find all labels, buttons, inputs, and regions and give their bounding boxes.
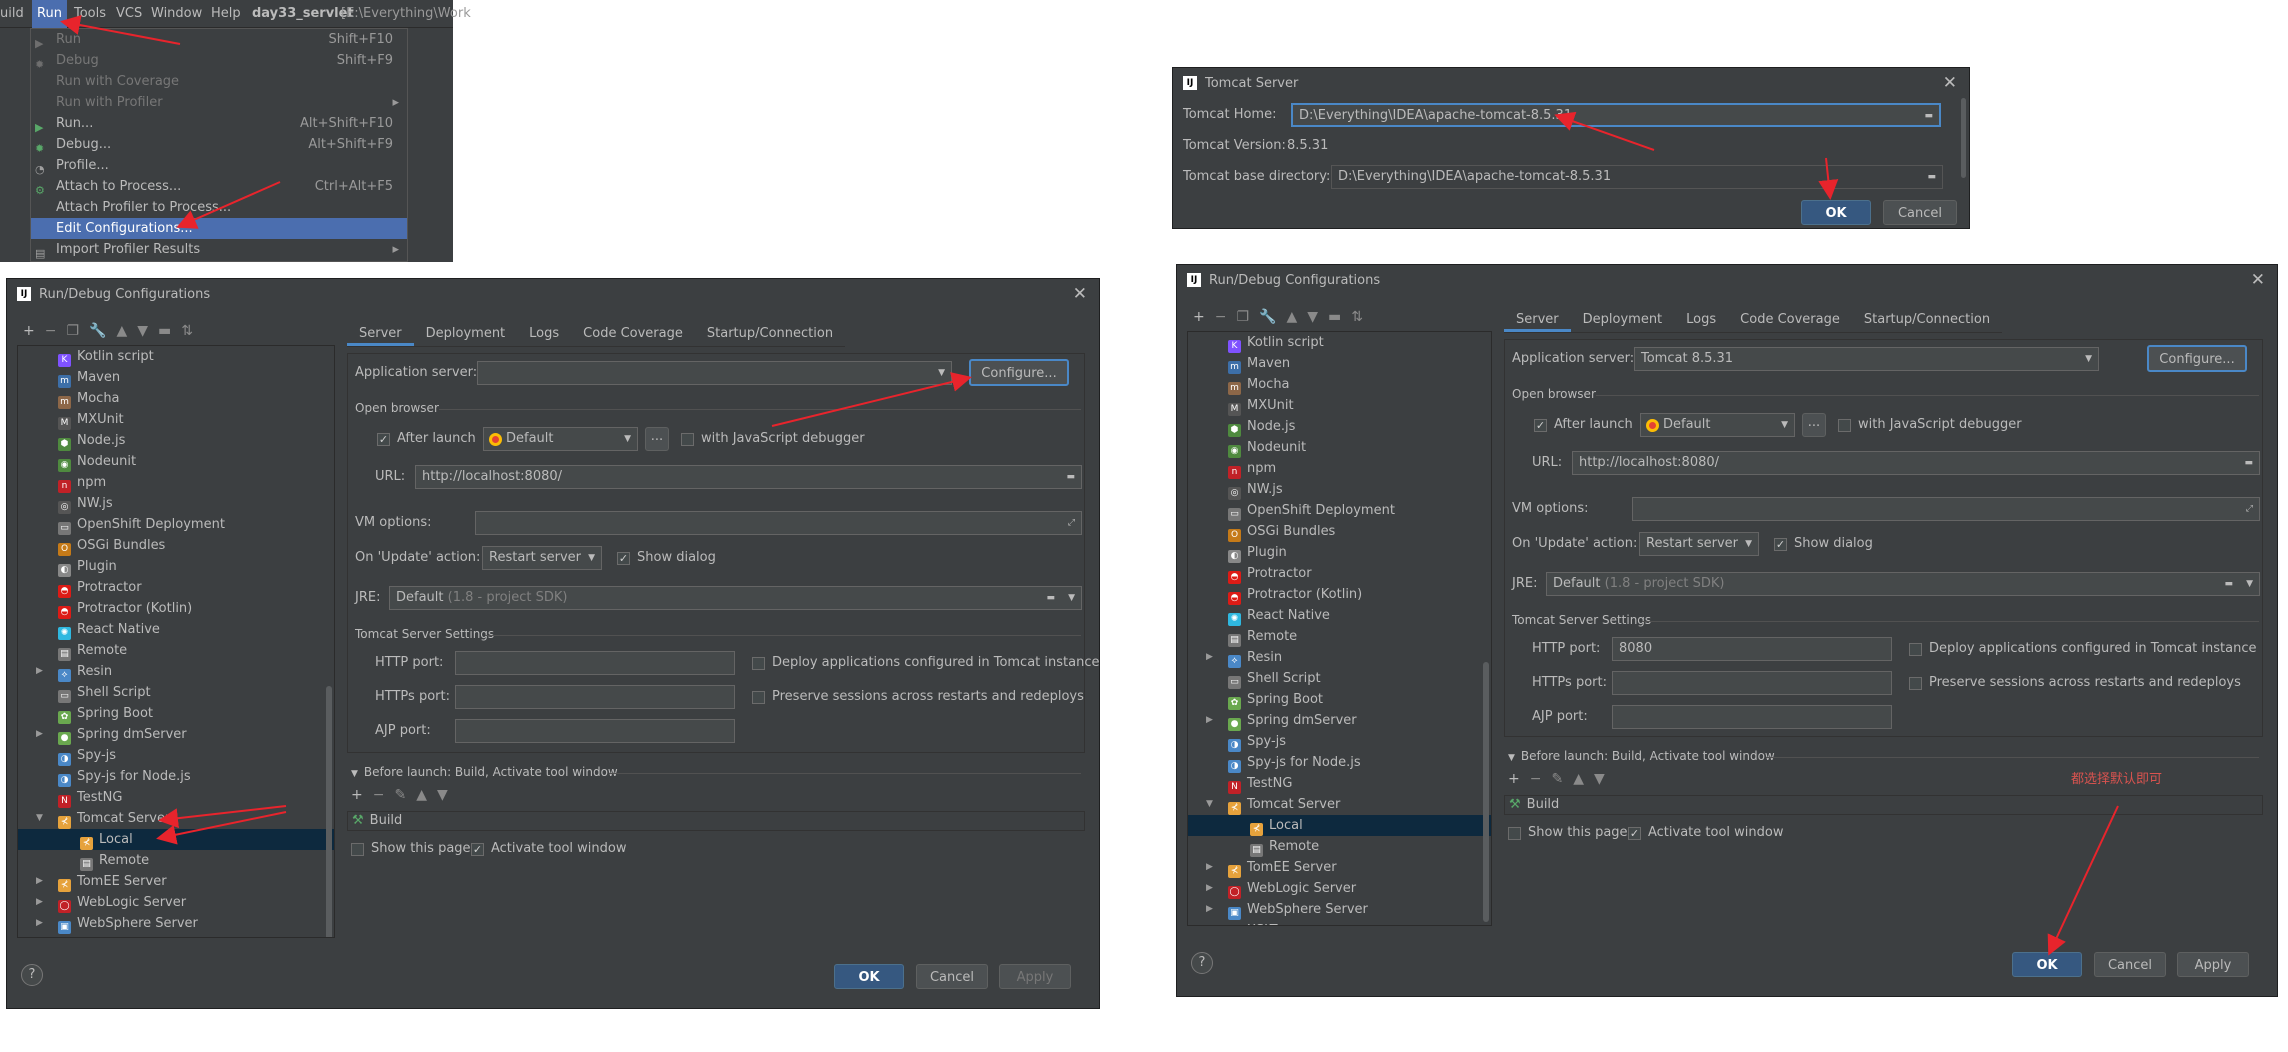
arrow-run-menu bbox=[60, 15, 181, 45]
arrow-local bbox=[156, 811, 287, 845]
arrow-right-ok bbox=[2047, 805, 2119, 956]
arrow-tomcat-home bbox=[1554, 111, 1655, 151]
arrow-tomcat-ok bbox=[1818, 157, 1839, 200]
arrow-tomcat-server bbox=[158, 805, 287, 829]
arrow-configure bbox=[771, 372, 972, 427]
annotation-arrows bbox=[60, 15, 2119, 956]
arrow-edit-config bbox=[176, 181, 281, 229]
